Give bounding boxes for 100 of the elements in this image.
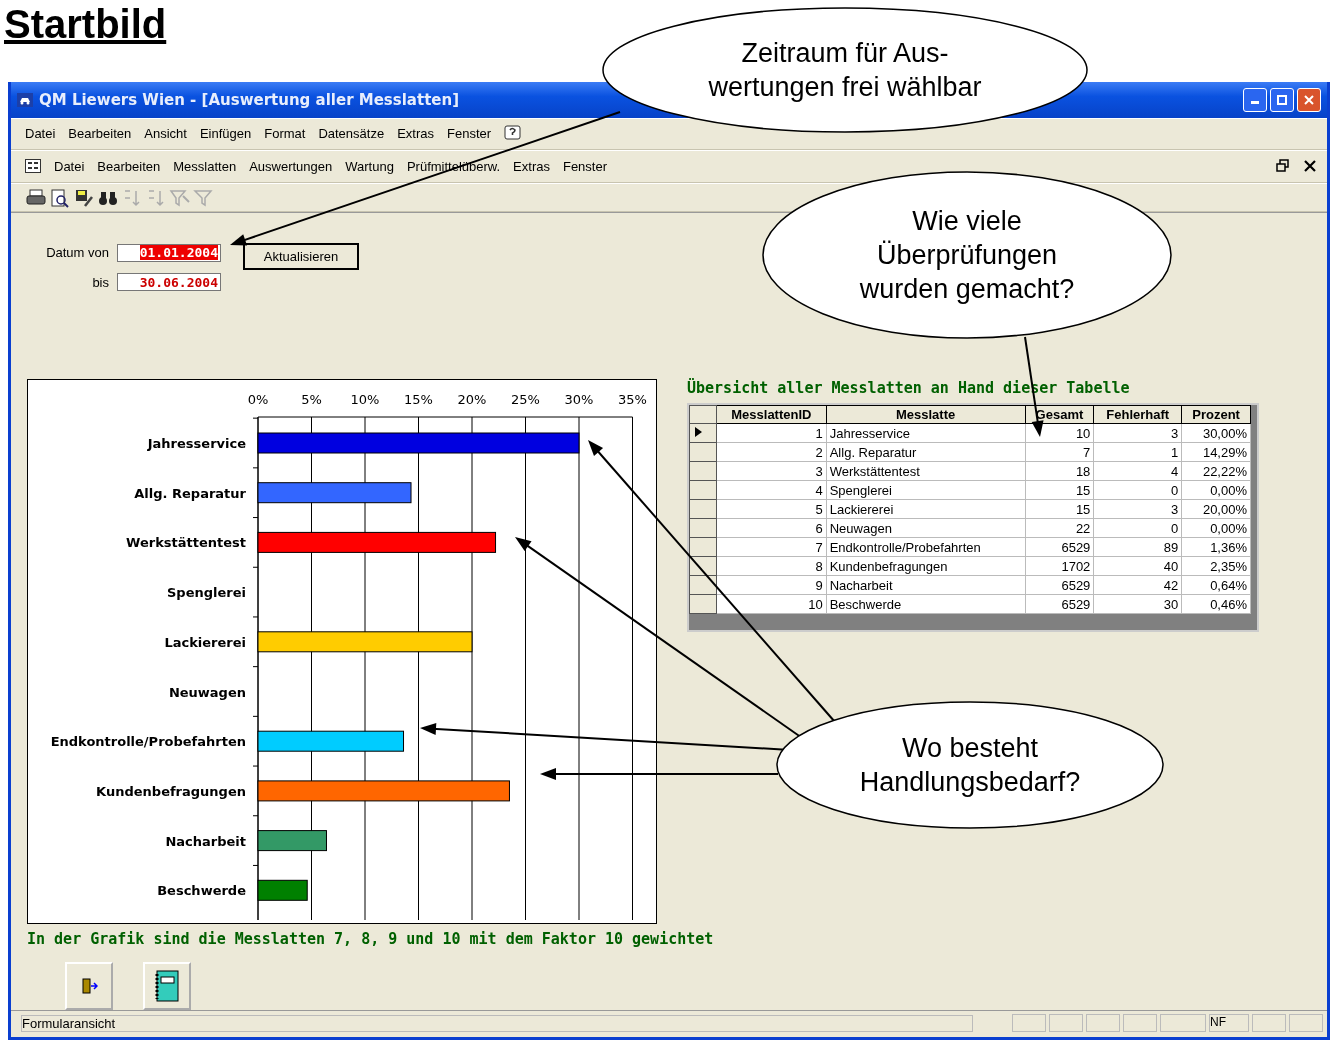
printer-icon[interactable] xyxy=(25,187,47,208)
menu-item[interactable]: Fenster xyxy=(447,126,492,142)
date-from-field[interactable]: 01.01.2004 xyxy=(117,243,221,262)
exit-door-icon xyxy=(80,977,98,996)
menu-item[interactable]: Format xyxy=(264,126,306,142)
table-cell: 6 xyxy=(716,518,827,538)
date-to-field[interactable]: 30.06.2004 xyxy=(117,273,221,292)
category-label: Kundenbefragungen xyxy=(96,784,246,800)
table-cell: 3 xyxy=(1093,499,1182,519)
status-panel xyxy=(1123,1014,1157,1033)
table-cell: 7 xyxy=(716,537,827,557)
menu-item[interactable]: Bearbeiten xyxy=(68,126,132,142)
menu-item[interactable]: Datensätze xyxy=(318,126,385,142)
refresh-button[interactable]: Aktualisieren xyxy=(243,243,359,271)
chart-note: In der Grafik sind die Messlatten 7, 8, 9 und 10 mit dem Faktor 10 gewichtet xyxy=(27,930,715,949)
field-label: Datum von xyxy=(45,245,109,261)
table-cell: Endkontrolle/Probefahrten xyxy=(826,537,1026,557)
category-label: Nacharbeit xyxy=(165,833,246,849)
menu-item[interactable]: Extras xyxy=(513,158,550,174)
category-label: Lackiererei xyxy=(164,635,246,651)
status-panel xyxy=(1252,1014,1286,1033)
status-panel xyxy=(1086,1014,1120,1033)
table-cell: 15 xyxy=(1025,499,1094,519)
category-label: Endkontrolle/Probefahrten xyxy=(50,734,246,750)
table-cell: 6529 xyxy=(1025,575,1094,595)
menu-item[interactable]: Messlatten xyxy=(173,158,237,174)
table-cell: Spenglerei xyxy=(826,480,1026,500)
table-cell: Jahresservice xyxy=(826,423,1026,443)
status-text: Formularansicht xyxy=(21,1014,973,1032)
menu-item[interactable]: Extras xyxy=(397,126,434,142)
column-header[interactable]: Messlatte xyxy=(826,405,1026,424)
table-cell: Nacharbeit xyxy=(826,575,1026,595)
form-icon xyxy=(25,159,41,174)
callout-text: Wo besteht Handlungsbedarf? xyxy=(859,732,1081,799)
category-label: Allg. Reparatur xyxy=(134,486,246,502)
table-cell: Beschwerde xyxy=(826,594,1026,614)
menu-item[interactable]: Einfügen xyxy=(199,126,252,142)
table-cell: Lackiererei xyxy=(826,499,1026,519)
table-cell: 1702 xyxy=(1025,556,1094,576)
table-cell: 6529 xyxy=(1025,537,1094,557)
status-panel xyxy=(1012,1014,1046,1033)
table-cell: 9 xyxy=(716,575,827,595)
car-icon xyxy=(17,92,33,107)
table-cell: 0 xyxy=(1093,480,1182,500)
category-label: Beschwerde xyxy=(157,883,246,899)
maximize-button[interactable] xyxy=(1270,87,1294,112)
chart-bar xyxy=(257,880,308,902)
menu-item[interactable]: Bearbeiten xyxy=(97,158,161,174)
table-cell: 4 xyxy=(716,480,827,500)
save-edit-icon[interactable] xyxy=(73,187,95,208)
menu-item[interactable]: Datei xyxy=(54,158,85,174)
table-cell: 4 xyxy=(1093,461,1182,481)
table-cell: 6529 xyxy=(1025,594,1094,614)
callout-text: Wie viele Überprüfungen wurden gemacht? xyxy=(859,205,1075,306)
table-cell: 0,00% xyxy=(1181,518,1251,538)
menu-item[interactable]: Datei xyxy=(25,126,56,142)
menu-item[interactable]: Ansicht xyxy=(144,126,187,142)
table-cell: 3 xyxy=(716,461,827,481)
chart-bar xyxy=(257,830,327,852)
exit-button[interactable] xyxy=(65,962,113,1011)
table-cell: 0 xyxy=(1093,518,1182,538)
close-icon[interactable] xyxy=(1303,159,1317,174)
menu-item[interactable]: Auswertungen xyxy=(249,158,333,174)
axis-tick-label: 20% xyxy=(457,392,487,408)
column-header[interactable]: Fehlerhaft xyxy=(1093,405,1182,424)
notebook-button[interactable] xyxy=(143,962,191,1011)
table-cell: 8 xyxy=(716,556,827,576)
table-cell: 18 xyxy=(1025,461,1094,481)
restore-icon[interactable] xyxy=(1276,159,1290,174)
column-header[interactable]: Gesamt xyxy=(1025,405,1094,424)
table-cell: Neuwagen xyxy=(826,518,1026,538)
status-panel xyxy=(1049,1014,1083,1033)
table-cell: 0,00% xyxy=(1181,480,1251,500)
table-cell: 0,46% xyxy=(1181,594,1251,614)
table-cell: 89 xyxy=(1093,537,1182,557)
category-label: Neuwagen xyxy=(168,684,246,700)
minimize-button[interactable] xyxy=(1243,87,1267,112)
axis-tick-label: 30% xyxy=(564,392,594,408)
table-cell: 20,00% xyxy=(1181,499,1251,519)
table-cell: 7 xyxy=(1025,442,1094,462)
axis-tick-label: 5% xyxy=(301,392,322,408)
column-header[interactable]: MesslattenID xyxy=(716,405,827,424)
field-label: bis xyxy=(91,274,109,290)
menu-item[interactable]: Fenster xyxy=(562,158,608,174)
page-headline: Startbild xyxy=(4,1,167,48)
table-cell: 1 xyxy=(716,423,827,443)
column-header[interactable]: Prozent xyxy=(1181,405,1251,424)
status-panel xyxy=(1160,1014,1206,1033)
table-cell: 5 xyxy=(716,499,827,519)
category-label: Werkstättentest xyxy=(126,535,246,551)
help-icon[interactable] xyxy=(504,124,523,143)
notebook-icon xyxy=(154,970,180,1003)
window-title: QM Liewers Wien - [Auswertung aller Messlatten] xyxy=(39,90,459,109)
close-button[interactable] xyxy=(1297,87,1321,112)
menu-item[interactable]: Wartung xyxy=(345,158,394,174)
preview-icon[interactable] xyxy=(49,187,71,208)
table-cell: 1 xyxy=(1093,442,1182,462)
table-cell: 2,35% xyxy=(1181,556,1251,576)
category-label: Spenglerei xyxy=(167,585,246,601)
table-cell: 14,29% xyxy=(1181,442,1251,462)
